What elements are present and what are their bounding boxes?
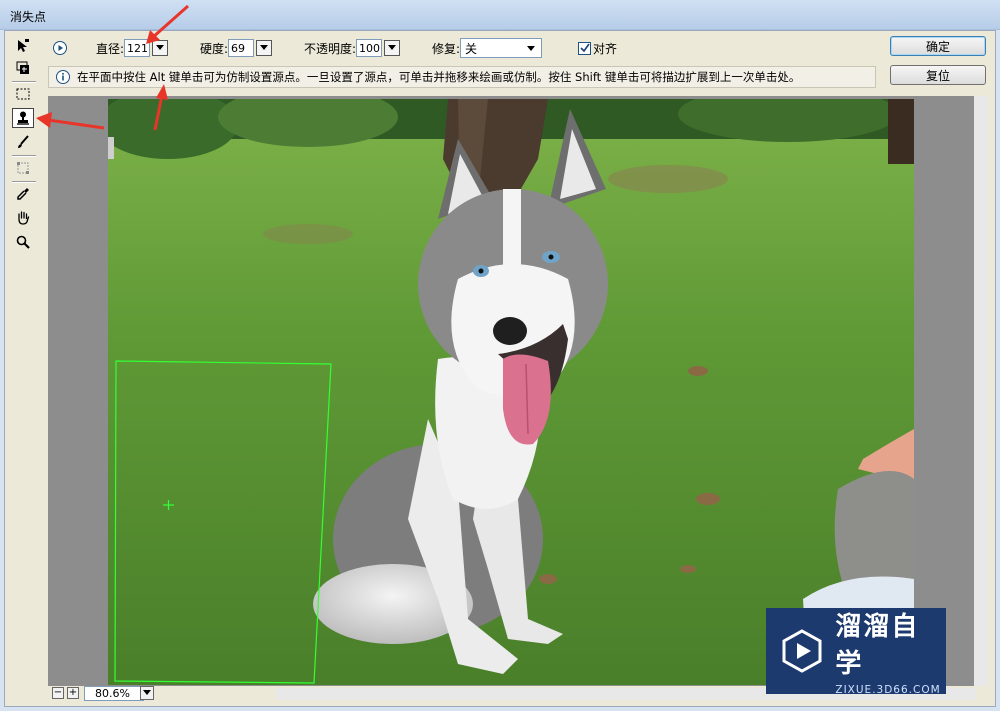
chevron-down-icon xyxy=(388,45,397,50)
watermark-logo: 溜溜自学 ZIXUE.3D66.COM xyxy=(766,608,946,696)
play-logo-icon xyxy=(782,629,822,673)
heal-label: 修复: xyxy=(432,41,461,56)
zoom-in-button[interactable]: + xyxy=(67,687,79,699)
align-label: 对齐 xyxy=(593,41,618,56)
zoom-tool-icon xyxy=(16,235,30,249)
create-plane-tool-icon xyxy=(16,61,29,74)
stamp-tool-icon xyxy=(17,111,29,125)
tool-separator xyxy=(12,181,36,183)
opacity-label: 不透明度: xyxy=(304,41,357,56)
diameter-input[interactable]: 121 xyxy=(124,39,151,57)
marquee-tool-icon xyxy=(16,88,30,100)
hand-tool-icon xyxy=(18,211,30,225)
logo-main-text: 溜溜自学 xyxy=(835,612,920,679)
hand-tool[interactable] xyxy=(12,208,34,228)
chevron-down-icon xyxy=(527,46,536,51)
chevron-down-icon xyxy=(156,45,165,50)
logo-sub-text: ZIXUE.3D66.COM xyxy=(835,684,941,696)
window-title-bar: 消失点 xyxy=(0,0,1000,30)
marquee-tool[interactable] xyxy=(12,84,34,104)
ok-button[interactable]: 确定 xyxy=(890,36,986,56)
align-checkbox[interactable] xyxy=(578,41,591,55)
zoom-in-label: + xyxy=(68,687,78,698)
align-option[interactable]: 对齐 xyxy=(578,38,617,58)
zoom-out-label: − xyxy=(53,687,63,698)
heal-select-value: 关 xyxy=(465,41,478,56)
info-icon xyxy=(56,70,70,84)
eyedropper-tool[interactable] xyxy=(12,184,34,204)
tool-options-flyout[interactable] xyxy=(52,38,68,58)
zoom-out-button[interactable]: − xyxy=(52,687,64,699)
opacity-input[interactable]: 100 xyxy=(356,39,383,57)
options-bar: 直径: 121 硬度: 69 不透明度: 100 修复: 关 对齐 xyxy=(48,36,888,60)
opacity-dropdown-button[interactable] xyxy=(384,40,401,56)
vertical-scrollbar[interactable] xyxy=(974,96,988,686)
edit-plane-tool-icon xyxy=(18,39,29,52)
heal-option: 修复: 关 xyxy=(432,38,543,58)
hardness-label: 硬度: xyxy=(200,41,229,56)
diameter-option: 直径: 121 xyxy=(96,38,169,58)
diameter-label: 直径: xyxy=(96,41,125,56)
tool-separator xyxy=(12,155,36,157)
hardness-dropdown-button[interactable] xyxy=(256,40,273,56)
hardness-input[interactable]: 69 xyxy=(228,39,255,57)
chevron-down-icon xyxy=(143,690,151,695)
zoom-level-field[interactable]: 80.6% xyxy=(84,686,144,701)
stamp-tool[interactable] xyxy=(12,108,34,128)
chevron-down-icon xyxy=(260,45,269,50)
diameter-dropdown-button[interactable] xyxy=(152,40,169,56)
eyedropper-tool-icon xyxy=(17,188,29,200)
opacity-option: 不透明度: 100 xyxy=(304,38,401,58)
info-bar: 在平面中按住 Alt 键单击可为仿制设置源点。一旦设置了源点，可单击并拖移来绘画… xyxy=(48,66,876,88)
play-circle-icon xyxy=(53,41,67,55)
transform-tool-icon xyxy=(17,162,29,174)
preview-image[interactable] xyxy=(108,99,914,685)
husky-photo xyxy=(108,99,914,685)
tool-separator xyxy=(12,81,36,83)
zoom-dropdown-button[interactable] xyxy=(140,686,154,700)
edit-plane-tool[interactable] xyxy=(12,36,34,56)
brush-tool[interactable] xyxy=(12,132,34,152)
transform-tool[interactable] xyxy=(12,158,34,178)
heal-select[interactable]: 关 xyxy=(460,38,543,58)
hardness-option: 硬度: 69 xyxy=(200,38,273,58)
window-title: 消失点 xyxy=(10,10,47,24)
info-text: 在平面中按住 Alt 键单击可为仿制设置源点。一旦设置了源点，可单击并拖移来绘画… xyxy=(77,70,801,84)
brush-tool-icon xyxy=(18,135,29,148)
tool-palette xyxy=(8,36,40,696)
create-plane-tool[interactable] xyxy=(12,58,34,78)
reset-button[interactable]: 复位 xyxy=(890,65,986,85)
checkmark-icon xyxy=(579,43,590,53)
zoom-tool[interactable] xyxy=(12,232,34,252)
